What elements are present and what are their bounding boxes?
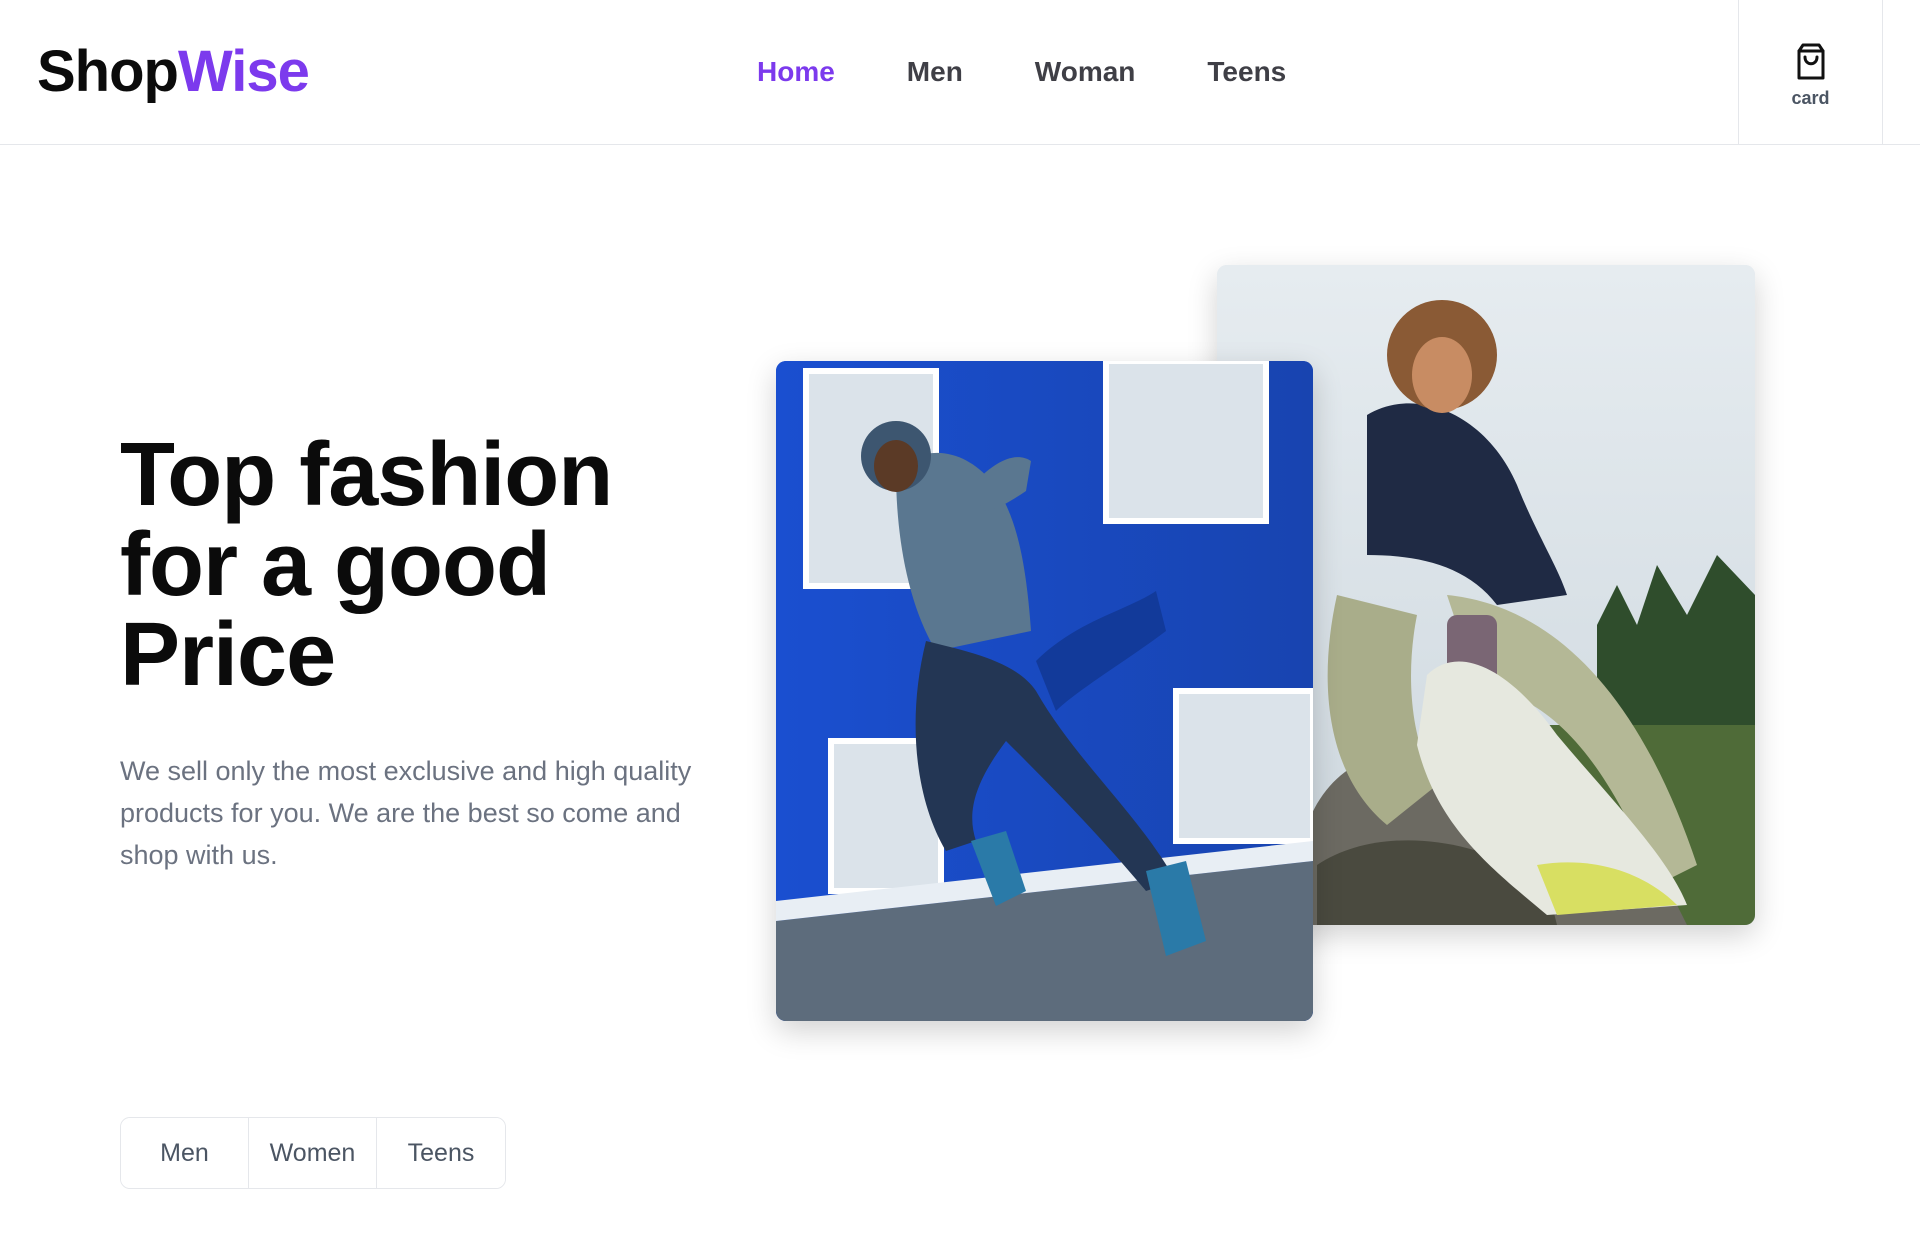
category-tab-teens[interactable]: Teens <box>377 1118 505 1188</box>
hero-title-line: Price <box>120 605 336 705</box>
hero-title-line: for a good <box>120 515 551 615</box>
shopping-bag-icon <box>1797 43 1824 80</box>
logo-text-wise: Wise <box>177 39 310 104</box>
category-tabs: Men Women Teens <box>120 1117 506 1189</box>
cart-label: card <box>1791 88 1830 108</box>
logo[interactable]: ShopWise <box>37 39 310 104</box>
category-tab-women[interactable]: Women <box>249 1118 377 1188</box>
nav-men[interactable]: Men <box>907 52 963 92</box>
hero-description: We sell only the most exclusive and high… <box>120 756 692 870</box>
site-header: ShopWise Home Men Woman Teens card <box>0 0 1920 145</box>
nav-home[interactable]: Home <box>757 52 835 92</box>
category-tab-men[interactable]: Men <box>121 1118 249 1188</box>
cart-button[interactable]: card <box>1738 0 1883 145</box>
nav-teens[interactable]: Teens <box>1207 52 1286 92</box>
nav-woman[interactable]: Woman <box>1035 52 1136 92</box>
logo-text-shop: Shop <box>37 39 179 104</box>
hero-title-line: Top fashion <box>120 425 613 525</box>
hero-image-man <box>776 361 1313 1021</box>
main-nav: Home Men Woman Teens <box>757 52 1358 92</box>
hero-title: Top fashion for a good Price <box>120 430 720 700</box>
